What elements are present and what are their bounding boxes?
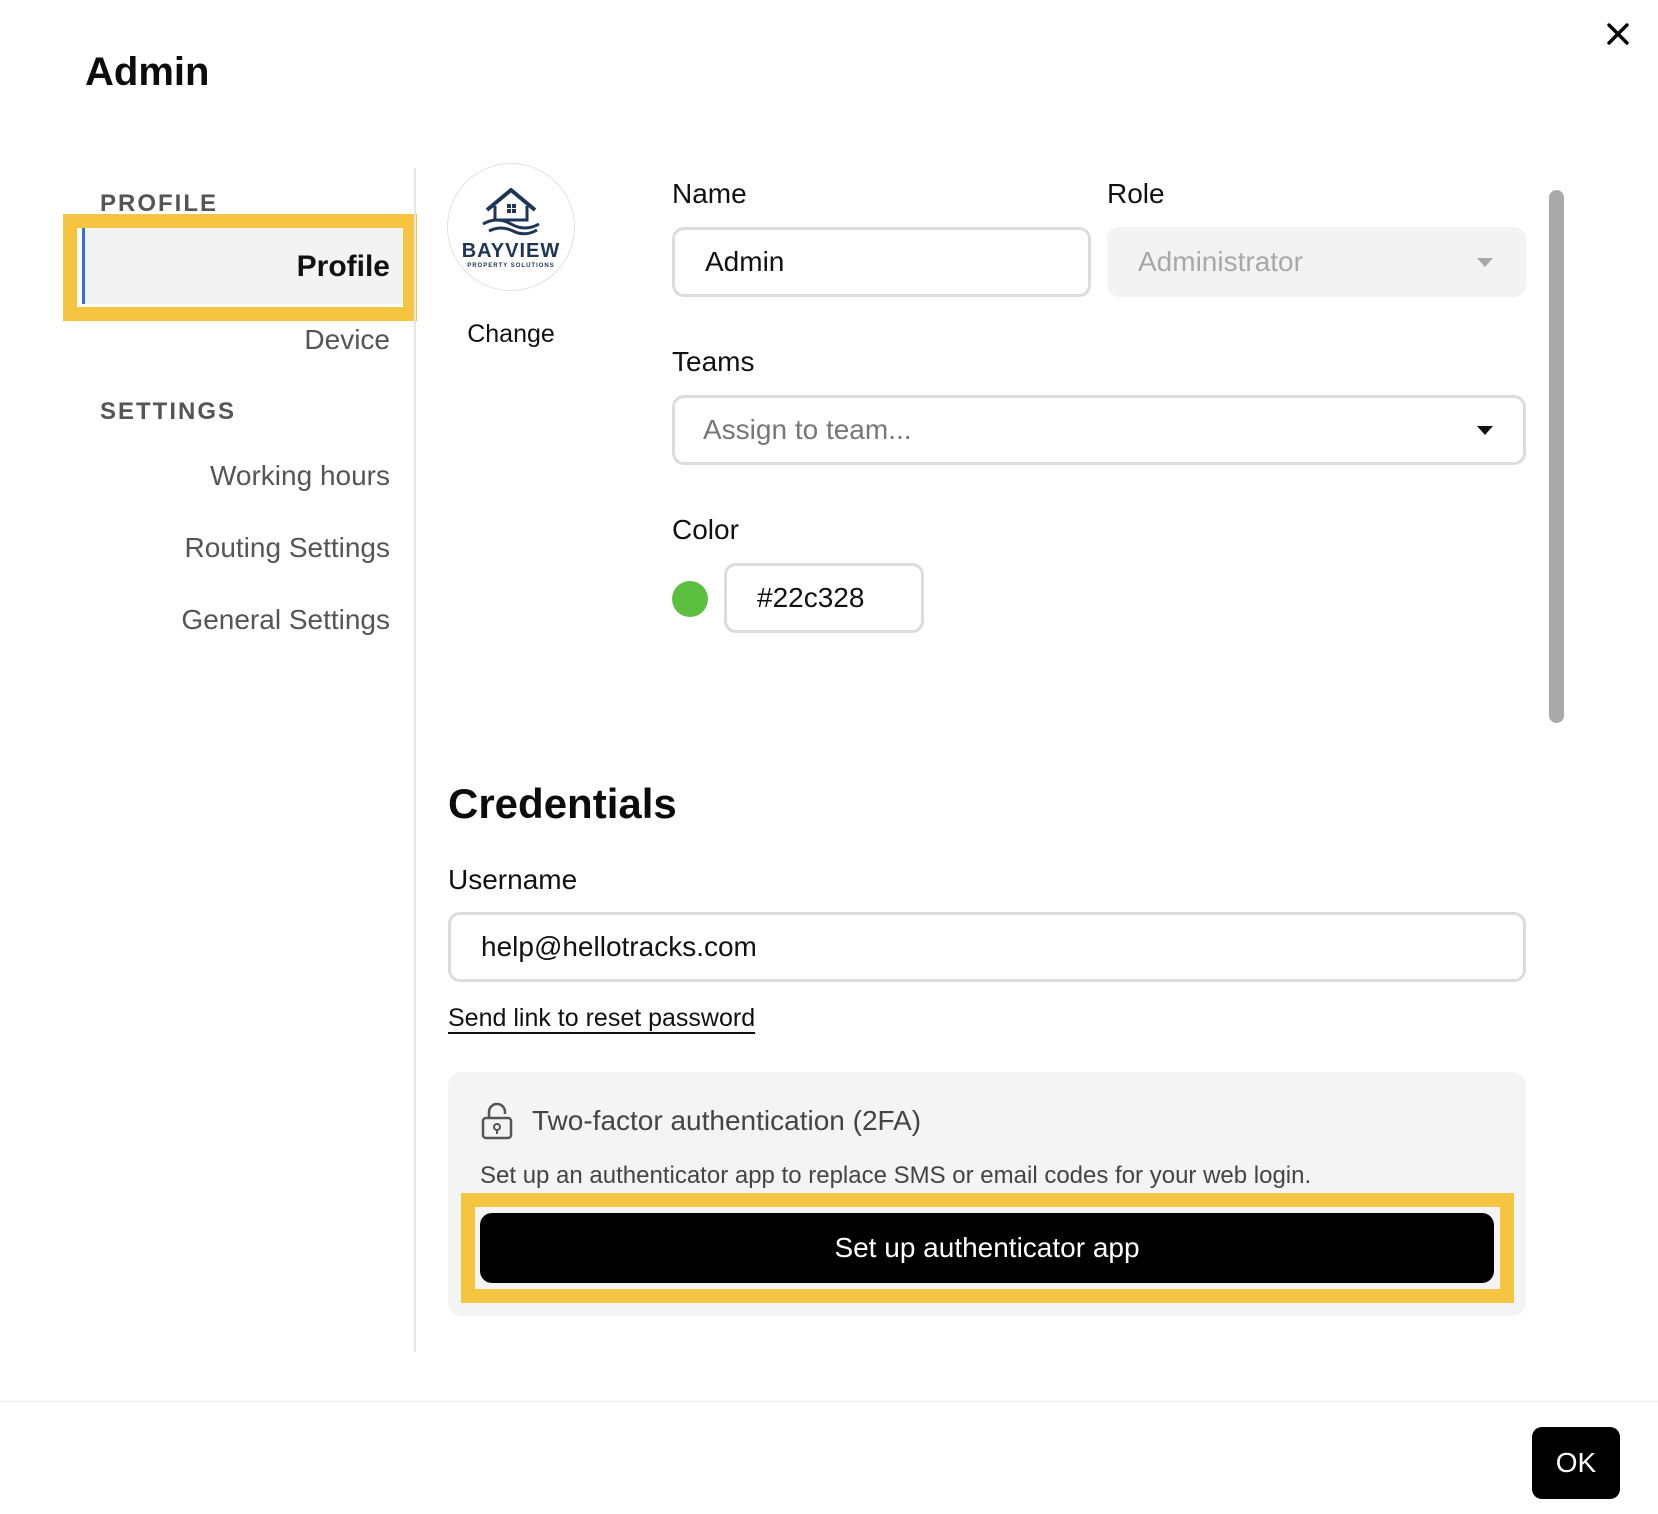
scrollbar-thumb[interactable] [1549, 190, 1564, 723]
avatar[interactable]: BAYVIEW PROPERTY SOLUTIONS [447, 163, 575, 291]
color-swatch[interactable] [672, 581, 708, 617]
teams-label: Teams [672, 346, 755, 377]
lock-icon [481, 1102, 513, 1140]
sidebar-section-settings: SETTINGS [100, 398, 237, 425]
color-label: Color [672, 514, 739, 545]
username-input[interactable] [448, 912, 1526, 982]
color-input[interactable] [724, 563, 924, 633]
footer-divider [0, 1401, 1658, 1402]
name-label: Name [672, 178, 747, 209]
name-input[interactable] [672, 227, 1091, 297]
two-factor-title: Two-factor authentication (2FA) [532, 1105, 922, 1136]
sidebar-item-general-settings[interactable]: General Settings [181, 604, 390, 636]
teams-select[interactable]: Assign to team... [672, 395, 1526, 465]
teams-select-placeholder: Assign to team... [703, 414, 912, 445]
sidebar-section-profile: PROFILE [100, 190, 219, 217]
setup-authenticator-button[interactable]: Set up authenticator app [480, 1213, 1494, 1283]
credentials-heading: Credentials [448, 780, 677, 827]
two-factor-description: Set up an authenticator app to replace S… [480, 1162, 1312, 1189]
chevron-down-icon [1477, 257, 1493, 267]
reset-password-link[interactable]: Send link to reset password [448, 1004, 755, 1033]
sidebar-item-working-hours[interactable]: Working hours [210, 460, 390, 492]
sidebar-divider [414, 168, 416, 1352]
role-select: Administrator [1107, 227, 1526, 297]
house-logo-icon [482, 187, 540, 235]
ok-button[interactable]: OK [1532, 1427, 1620, 1499]
sidebar-item-profile-label[interactable]: Profile [297, 250, 390, 284]
logo-subtext: PROPERTY SOLUTIONS [467, 262, 555, 269]
username-label: Username [448, 864, 578, 895]
role-label: Role [1107, 178, 1165, 209]
sidebar-item-routing-settings[interactable]: Routing Settings [185, 532, 390, 564]
sidebar-item-device[interactable]: Device [304, 324, 390, 356]
chevron-down-icon [1477, 425, 1493, 435]
close-icon [1607, 23, 1629, 45]
dialog-title: Admin [85, 50, 210, 94]
close-button[interactable] [1594, 10, 1642, 58]
logo-text: BAYVIEW [461, 239, 561, 262]
role-select-value: Administrator [1138, 246, 1303, 277]
change-avatar-link[interactable]: Change [447, 320, 575, 349]
